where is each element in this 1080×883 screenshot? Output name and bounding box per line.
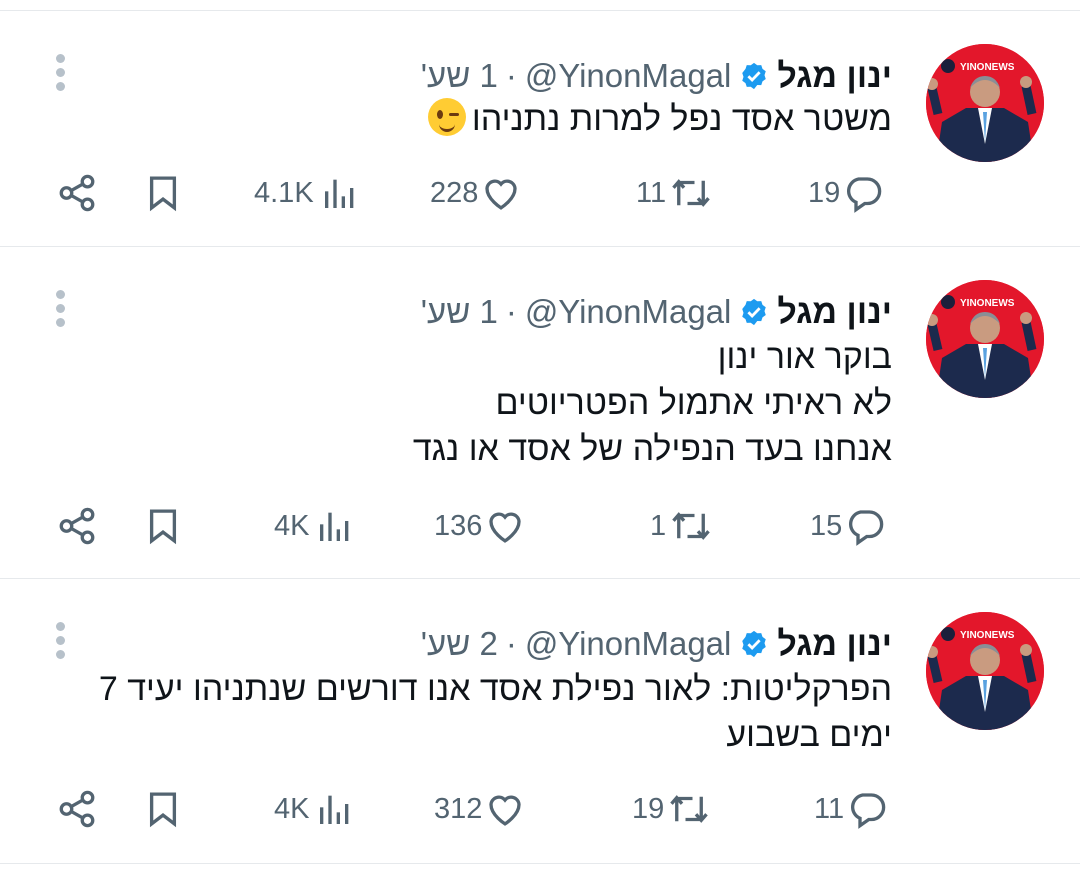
tweet-header: ינון מגל @YinonMagal · 1 שע'	[421, 282, 892, 342]
reply-button[interactable]: 11	[814, 781, 888, 837]
avatar-label: YINONEWS	[960, 298, 1015, 309]
share-icon	[59, 174, 95, 212]
share-icon	[59, 790, 95, 828]
views-button[interactable]: 4K	[274, 781, 355, 837]
avatar[interactable]: YINONEWS	[926, 612, 1044, 730]
winking-face-icon	[427, 98, 466, 136]
likes-count: 228	[430, 176, 479, 209]
separator: ·	[505, 293, 517, 330]
tweet-header: ינון מגל @YinonMagal · 2 שע'	[421, 614, 892, 674]
avatar-label: YINONEWS	[960, 630, 1015, 641]
replies-count: 15	[810, 509, 843, 542]
author-handle[interactable]: @YinonMagal	[525, 57, 732, 95]
like-button[interactable]: 228	[430, 165, 522, 221]
author-name[interactable]: ינון מגל	[777, 625, 892, 664]
reply-button[interactable]: 15	[810, 498, 886, 554]
bookmark-icon	[149, 792, 177, 828]
avatar[interactable]: YINONEWS	[926, 44, 1044, 162]
bookmark-icon	[149, 509, 177, 545]
views-count: 4.1K	[254, 176, 314, 209]
retweets-count: 1	[650, 509, 667, 542]
bookmark-button[interactable]	[142, 781, 184, 837]
views-icon	[324, 179, 354, 208]
reply-icon	[851, 793, 886, 829]
heart-icon	[489, 512, 522, 543]
views-button[interactable]: 4.1K	[254, 165, 360, 221]
timestamp[interactable]: 2 שע'	[421, 625, 498, 663]
avatar[interactable]: YINONEWS	[926, 280, 1044, 398]
author-name[interactable]: ינון מגל	[777, 57, 892, 96]
bookmark-button[interactable]	[142, 165, 184, 221]
verified-badge-icon	[739, 629, 769, 659]
tweet-text-body: משטר אסד נפל למרות נתניהו	[471, 100, 892, 138]
retweet-button[interactable]: 11	[636, 165, 714, 221]
views-count: 4K	[274, 509, 310, 542]
divider	[0, 863, 1080, 864]
tweet[interactable]: YINONEWS ינון מגל @YinonMagal · 1 שע' מש…	[0, 10, 1080, 246]
reply-button[interactable]: 19	[808, 165, 884, 221]
bookmark-icon	[149, 176, 177, 212]
verified-badge-icon	[739, 61, 769, 91]
separator: ·	[505, 625, 517, 662]
author-name[interactable]: ינון מגל	[777, 293, 892, 332]
retweet-button[interactable]: 19	[632, 781, 712, 837]
retweets-count: 11	[636, 176, 667, 209]
tweet-text: משטר אסד נפל למרות נתניהו	[427, 96, 892, 142]
retweet-icon	[670, 795, 709, 823]
share-icon	[59, 507, 95, 545]
tweet[interactable]: YINONEWS ינון מגל @YinonMagal · 1 שע' בו…	[0, 246, 1080, 578]
avatar-label: YINONEWS	[960, 62, 1015, 73]
retweet-icon	[672, 512, 710, 540]
likes-count: 136	[434, 509, 483, 542]
heart-icon	[489, 795, 522, 826]
views-icon	[320, 512, 349, 541]
timestamp[interactable]: 1 שע'	[421, 293, 498, 331]
tweet-text: בוקר אור ינון לא ראיתי אתמול הפטריוטים א…	[412, 338, 892, 468]
replies-count: 11	[814, 792, 845, 825]
retweets-count: 19	[632, 792, 665, 825]
share-button[interactable]	[56, 165, 98, 221]
retweet-icon	[672, 179, 710, 207]
more-options-icon[interactable]	[56, 290, 66, 330]
action-bar: 4K 136 1 15	[0, 498, 1080, 554]
more-options-icon[interactable]	[56, 622, 66, 662]
reply-icon	[847, 177, 882, 213]
replies-count: 19	[808, 176, 841, 209]
author-handle[interactable]: @YinonMagal	[525, 625, 732, 663]
author-handle[interactable]: @YinonMagal	[525, 293, 732, 331]
share-button[interactable]	[56, 781, 98, 837]
tweet-text: הפרקליטות: לאור נפילת אסד אנו דורשים שנת…	[98, 670, 892, 754]
bookmark-button[interactable]	[142, 498, 184, 554]
more-options-icon[interactable]	[56, 54, 66, 94]
likes-count: 312	[434, 792, 483, 825]
views-icon	[320, 795, 349, 824]
verified-badge-icon	[739, 297, 769, 327]
heart-icon	[485, 179, 518, 210]
retweet-button[interactable]: 1	[650, 498, 714, 554]
share-button[interactable]	[56, 498, 98, 554]
action-bar: 4.1K 228 11 19	[0, 165, 1080, 221]
action-bar: 4K 312 19 11	[0, 781, 1080, 837]
views-button[interactable]: 4K	[274, 498, 355, 554]
like-button[interactable]: 136	[434, 498, 526, 554]
views-count: 4K	[274, 792, 310, 825]
reply-icon	[849, 510, 884, 546]
tweet[interactable]: YINONEWS ינון מגל @YinonMagal · 2 שע' הפ…	[0, 578, 1080, 863]
separator: ·	[505, 57, 517, 94]
like-button[interactable]: 312	[434, 781, 526, 837]
timestamp[interactable]: 1 שע'	[421, 57, 498, 95]
